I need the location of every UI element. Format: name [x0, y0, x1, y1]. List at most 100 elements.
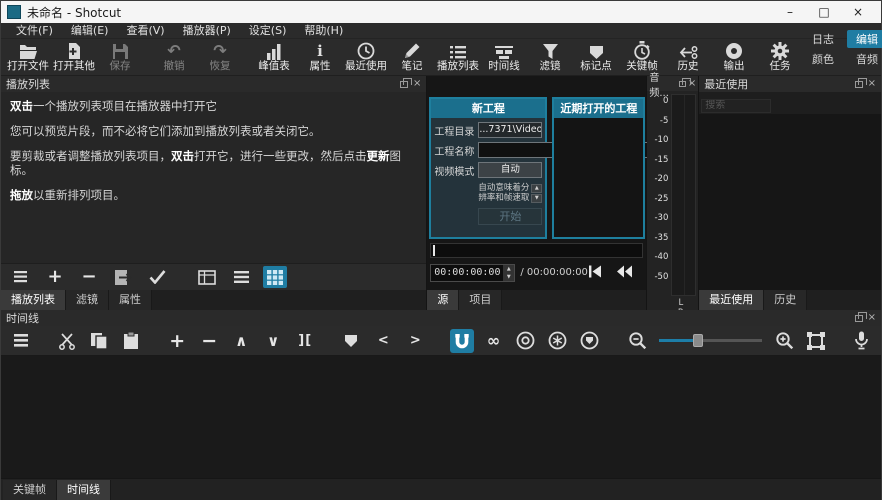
spin-down-icon[interactable]: ▼ [503, 273, 514, 281]
menu-edit[interactable]: 编辑(E) [62, 23, 118, 39]
filters-button[interactable]: 滤镜 [527, 40, 573, 75]
save-button[interactable]: 保存 [97, 40, 143, 75]
toolbar-label: 峰值表 [258, 60, 290, 73]
record-audio-icon[interactable] [849, 329, 873, 353]
playlist-update-button[interactable] [111, 266, 135, 288]
previous-marker-button[interactable]: < [371, 329, 395, 353]
float-panel-icon[interactable] [679, 81, 686, 87]
recent-files-list[interactable] [699, 114, 881, 291]
tab-history[interactable]: 历史 [764, 290, 807, 310]
notes-button[interactable]: 笔记 [389, 40, 435, 75]
tab-timeline[interactable]: 时间线 [57, 480, 111, 500]
next-marker-button[interactable]: > [403, 329, 427, 353]
ripple-button[interactable] [514, 329, 538, 353]
left-dock-tabs: 播放列表 滤镜 属性 [1, 290, 426, 310]
tab-project[interactable]: 项目 [459, 290, 502, 310]
view-details-button[interactable] [195, 266, 219, 288]
playlist-ok-button[interactable] [145, 266, 169, 288]
playlist-button[interactable]: 播放列表 [435, 40, 481, 75]
scrub-while-dragging-button[interactable]: ∞ [482, 329, 506, 353]
zoom-in-button[interactable] [772, 329, 796, 353]
tab-keyframes[interactable]: 关键帧 [3, 480, 57, 500]
zoom-out-button[interactable] [625, 329, 649, 353]
view-tiles-button[interactable] [229, 266, 253, 288]
snap-button[interactable] [450, 329, 474, 353]
rewind-button[interactable] [616, 263, 633, 282]
float-panel-icon[interactable] [855, 81, 863, 88]
layout-editing-button[interactable]: 编辑 [847, 30, 882, 48]
playhead-cursor[interactable] [433, 245, 435, 256]
timeline-button[interactable]: 时间线 [481, 40, 527, 75]
markers-button[interactable]: 标记点 [573, 40, 619, 75]
ripple-markers-button[interactable] [578, 329, 602, 353]
zoom-fit-button[interactable] [804, 329, 828, 353]
menu-view[interactable]: 查看(V) [117, 23, 173, 39]
output-button[interactable]: 输出 [711, 40, 757, 75]
recent-button[interactable]: 最近使用 [343, 40, 389, 75]
copy-button[interactable] [87, 329, 111, 353]
float-panel-icon[interactable] [855, 315, 863, 322]
close-panel-icon[interactable]: × [413, 79, 421, 89]
paste-button[interactable] [119, 329, 143, 353]
tab-filters[interactable]: 滤镜 [66, 290, 109, 310]
lift-button[interactable]: ∧ [229, 329, 253, 353]
time-spinner[interactable]: ▲ ▼ [503, 265, 514, 281]
toolbar-label: 恢复 [210, 60, 231, 73]
jobs-icon [771, 42, 789, 60]
undo-button[interactable]: ↶ 撤销 [151, 40, 197, 75]
close-panel-icon[interactable]: × [868, 313, 876, 323]
tab-source[interactable]: 源 [427, 290, 459, 310]
menu-file[interactable]: 文件(F) [7, 23, 62, 39]
menu-player[interactable]: 播放器(P) [174, 23, 240, 39]
maximize-button[interactable]: □ [807, 2, 841, 22]
properties-button[interactable]: i 属性 [297, 40, 343, 75]
playlist-add-button[interactable]: + [43, 266, 67, 288]
timeline-zoom-slider[interactable] [659, 339, 762, 342]
tab-recent[interactable]: 最近使用 [699, 290, 764, 310]
open-other-button[interactable]: 打开其他 [51, 40, 97, 75]
open-file-button[interactable]: 打开文件 [5, 40, 51, 75]
zoom-slider-thumb[interactable] [693, 334, 703, 347]
overwrite-button[interactable]: ∨ [261, 329, 285, 353]
minimize-button[interactable]: – [773, 2, 807, 22]
video-mode-button[interactable]: 自动 [478, 162, 542, 178]
hint-scroll-down-button[interactable]: ▼ [531, 194, 542, 203]
project-folder-button[interactable]: ...7371\Videos [478, 122, 542, 138]
current-time-input[interactable] [431, 265, 503, 281]
append-button[interactable]: + [165, 329, 189, 353]
tab-playlist[interactable]: 播放列表 [1, 290, 66, 310]
recent-search-input[interactable] [701, 99, 771, 113]
skip-to-start-button[interactable] [588, 263, 602, 282]
cut-button[interactable] [55, 329, 79, 353]
toolbar-label: 打开文件 [7, 60, 49, 73]
player-tabs: 源 项目 [427, 290, 646, 310]
recent-projects-list[interactable] [554, 118, 643, 237]
layout-logging-button[interactable]: 日志 [803, 30, 843, 48]
close-panel-icon[interactable]: × [868, 79, 876, 89]
ripple-all-tracks-button[interactable] [546, 329, 570, 353]
playlist-panel-title: 播放列表 [6, 76, 50, 92]
peak-meter-button[interactable]: 峰值表 [251, 40, 297, 75]
timeline-tracks-area[interactable] [1, 356, 881, 478]
timeline-menu-button[interactable] [9, 329, 33, 353]
player-seek-bar[interactable] [430, 243, 643, 258]
playlist-remove-button[interactable]: − [77, 266, 101, 288]
view-icons-button[interactable] [263, 266, 287, 288]
tab-properties[interactable]: 属性 [109, 290, 152, 310]
close-button[interactable]: × [841, 2, 875, 22]
start-button[interactable]: 开始 [478, 208, 542, 225]
hint-scroll-up-button[interactable]: ▲ [531, 184, 542, 193]
split-button[interactable]: ][ [293, 329, 317, 353]
ripple-delete-button[interactable]: − [197, 329, 221, 353]
menu-help[interactable]: 帮助(H) [295, 23, 352, 39]
spin-up-icon[interactable]: ▲ [503, 265, 514, 273]
float-panel-icon[interactable] [400, 81, 408, 88]
playlist-menu-button[interactable] [9, 266, 33, 288]
channel-labels: L R [647, 298, 698, 310]
redo-button[interactable]: ↷ 恢复 [197, 40, 243, 75]
menu-settings[interactable]: 设定(S) [240, 23, 296, 39]
db-tick: -50 [654, 272, 668, 282]
jobs-button[interactable]: 任务 [757, 40, 803, 75]
hint-line: 辨率和帧速取 [478, 193, 529, 203]
marker-button[interactable] [339, 329, 363, 353]
